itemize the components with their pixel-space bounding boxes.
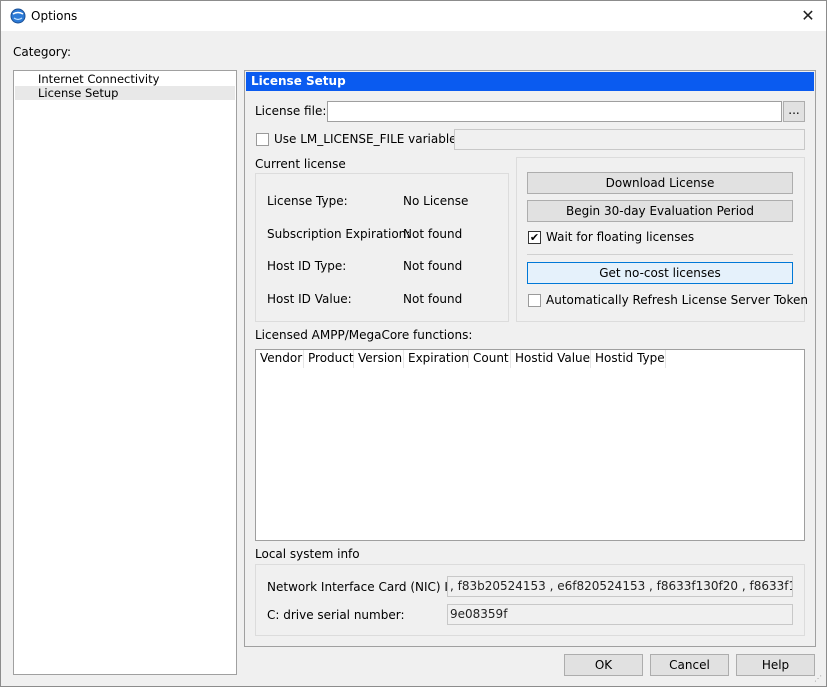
- nic-id-label: Network Interface Card (NIC) ID:: [267, 580, 462, 594]
- title-bar: Options ✕: [1, 1, 826, 31]
- table-header-row: Vendor Product Version Expiration Count …: [256, 350, 666, 368]
- functions-label: Licensed AMPP/MegaCore functions:: [255, 328, 473, 342]
- help-button[interactable]: Help: [736, 654, 815, 676]
- subscription-expiration-key: Subscription Expiration:: [267, 227, 411, 241]
- column-header-vendor[interactable]: Vendor: [256, 350, 304, 368]
- resize-grip-icon[interactable]: ⋰: [814, 674, 824, 684]
- category-list[interactable]: Internet Connectivity License Setup: [13, 70, 237, 675]
- local-system-info-label: Local system info: [255, 547, 360, 561]
- subscription-expiration-value: Not found: [403, 227, 463, 241]
- window-title: Options: [31, 9, 78, 23]
- cancel-button[interactable]: Cancel: [650, 654, 729, 676]
- host-id-type-value: Not found: [403, 259, 463, 273]
- get-no-cost-licenses-button[interactable]: Get no-cost licenses: [527, 262, 793, 284]
- column-header-version[interactable]: Version: [354, 350, 404, 368]
- auto-refresh-checkbox[interactable]: [528, 294, 541, 307]
- begin-evaluation-button[interactable]: Begin 30-day Evaluation Period: [527, 200, 793, 222]
- use-lm-license-checkbox[interactable]: [256, 133, 269, 146]
- license-file-label: License file:: [255, 104, 327, 118]
- nic-id-field[interactable]: , f83b20524153 , e6f820524153 , f8633f13…: [447, 576, 793, 597]
- license-file-input[interactable]: [327, 101, 782, 122]
- license-type-key: License Type:: [267, 194, 348, 208]
- local-system-group: Network Interface Card (NIC) ID: , f83b2…: [255, 564, 805, 636]
- functions-table[interactable]: Vendor Product Version Expiration Count …: [255, 349, 805, 541]
- category-item-license-setup[interactable]: License Setup: [15, 86, 235, 100]
- download-license-button[interactable]: Download License: [527, 172, 793, 194]
- host-id-type-key: Host ID Type:: [267, 259, 347, 273]
- column-header-hostid-type[interactable]: Hostid Type: [591, 350, 666, 368]
- category-item-internet-connectivity[interactable]: Internet Connectivity: [15, 72, 235, 86]
- license-setup-panel: License Setup License file: ... Use LM_L…: [244, 70, 816, 647]
- category-label: Category:: [13, 45, 71, 59]
- options-dialog: Options ✕ Category: Internet Connectivit…: [0, 0, 827, 687]
- current-license-group: License Type: No License Subscription Ex…: [255, 173, 509, 322]
- column-header-expiration[interactable]: Expiration: [404, 350, 469, 368]
- column-header-count[interactable]: Count: [469, 350, 511, 368]
- wait-floating-checkbox[interactable]: ✔: [528, 231, 541, 244]
- panel-title: License Setup: [246, 72, 814, 91]
- app-globe-icon: [10, 8, 26, 24]
- use-lm-license-label: Use LM_LICENSE_FILE variable:: [274, 132, 461, 146]
- actions-divider: [527, 254, 793, 255]
- auto-refresh-label: Automatically Refresh License Server Tok…: [546, 293, 808, 307]
- drive-serial-field[interactable]: 9e08359f: [447, 604, 793, 625]
- lm-license-file-input[interactable]: [454, 129, 805, 150]
- license-actions-group: Download License Begin 30-day Evaluation…: [516, 157, 808, 322]
- drive-serial-label: C: drive serial number:: [267, 608, 405, 622]
- browse-button[interactable]: ...: [783, 101, 805, 122]
- close-icon[interactable]: ✕: [798, 6, 818, 26]
- ok-button[interactable]: OK: [564, 654, 643, 676]
- current-license-label: Current license: [255, 157, 346, 171]
- column-header-hostid-value[interactable]: Hostid Value: [511, 350, 591, 368]
- license-type-value: No License: [403, 194, 469, 208]
- host-id-value-value: Not found: [403, 292, 463, 306]
- wait-floating-label: Wait for floating licenses: [546, 230, 695, 244]
- column-header-product[interactable]: Product: [304, 350, 354, 368]
- host-id-value-key: Host ID Value:: [267, 292, 352, 306]
